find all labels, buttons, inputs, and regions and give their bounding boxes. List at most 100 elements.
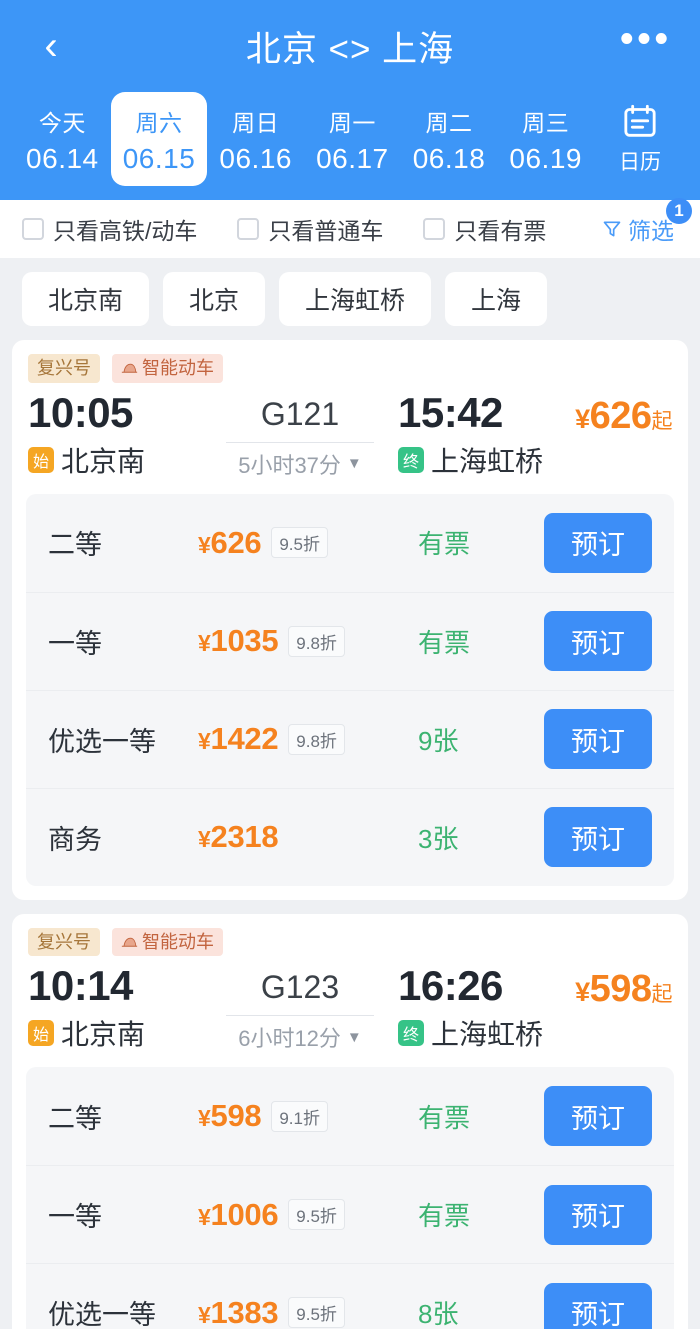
station-chip-2[interactable]: 上海虹桥: [279, 272, 432, 326]
checkbox-box[interactable]: [423, 218, 446, 240]
seat-price-block: ¥626 9.5折: [198, 525, 418, 561]
train-number: G123: [260, 969, 340, 1006]
seat-price: ¥1035: [198, 623, 279, 659]
filter-button[interactable]: 筛选 1: [602, 198, 692, 246]
from-price-value: 598: [589, 968, 652, 1011]
seat-price-block: ¥1035 9.8折: [198, 623, 418, 659]
seat-class-name: 一等: [48, 1202, 102, 1233]
checkbox-has-tickets[interactable]: 只看有票: [423, 212, 546, 246]
currency-symbol: ¥: [198, 826, 211, 853]
departure-station: 始 北京南: [28, 1013, 216, 1053]
seat-price-value: 1383: [210, 1294, 279, 1329]
calendar-button[interactable]: 日历: [594, 92, 686, 186]
page-title: 北京 <> 上海: [245, 29, 455, 69]
departure-block: 10:14 始 北京南: [28, 962, 216, 1053]
departure-station-name: 北京南: [61, 445, 146, 477]
currency-symbol: ¥: [198, 1203, 211, 1230]
train-middle-block[interactable]: G123 6小时12分 ▼: [216, 962, 384, 1053]
train-middle-block[interactable]: G121 5小时37分 ▼: [216, 389, 384, 480]
seat-row: 二等 ¥626 9.5折 有票 预订: [26, 494, 674, 592]
seat-price: ¥2318: [198, 819, 279, 855]
book-button[interactable]: 预订: [544, 1086, 652, 1147]
date-tab-3[interactable]: 周一 06.17: [304, 92, 401, 186]
book-button[interactable]: 预订: [544, 1184, 652, 1245]
origin-badge-icon: 始: [28, 1020, 54, 1047]
discount-tag: 9.5折: [288, 1199, 345, 1231]
from-price-block: ¥626起: [572, 389, 672, 438]
from-price-value: 626: [589, 394, 652, 437]
train-summary: 10:14 始 北京南 G123 6小时12分 ▼ 16:26 终 上海虹桥 ¥…: [12, 962, 688, 1061]
date-tab-4[interactable]: 周二 06.18: [401, 92, 498, 186]
terminus-badge-icon: 终: [398, 446, 424, 473]
discount-tag: 9.5折: [288, 1297, 345, 1329]
seat-price: ¥1006: [198, 1197, 279, 1233]
chevron-down-icon[interactable]: ▼: [347, 1029, 362, 1046]
book-button[interactable]: 预订: [544, 709, 652, 770]
train-tags: 复兴号 智能动车: [12, 350, 688, 389]
station-chip-3[interactable]: 上海: [445, 272, 548, 326]
seat-price-block: ¥1006 9.5折: [198, 1197, 418, 1233]
checkbox-label: 只看高铁/动车: [53, 218, 198, 244]
from-price: ¥598起: [575, 968, 672, 1011]
train-card[interactable]: 复兴号 智能动车 10:14 始 北京南 G123 6小时12分 ▼ 16:26…: [12, 913, 688, 1329]
date-value: 06.15: [122, 142, 196, 174]
train-card[interactable]: 复兴号 智能动车 10:05 始 北京南 G121 5小时37分 ▼ 15:42…: [12, 340, 688, 900]
from-price-suffix: 起: [651, 983, 673, 1007]
seat-row: 商务 ¥2318 3张 预订: [26, 787, 674, 886]
seat-class-name: 二等: [48, 1103, 102, 1134]
checkbox-box[interactable]: [237, 218, 260, 240]
seat-class-name: 优选一等: [48, 726, 156, 757]
chevron-down-icon[interactable]: ▼: [347, 455, 362, 472]
date-selector: 今天 06.14 周六 06.15 周日 06.16 周一 06.17 周二 0…: [0, 92, 700, 200]
station-chip-row: 北京南 北京 上海虹桥 上海: [0, 258, 700, 340]
seat-class-panel: 二等 ¥598 9.1折 有票 预订 一等 ¥1006 9.5折 有票 预订 优…: [26, 1067, 674, 1329]
discount-tag: 9.5折: [271, 527, 328, 559]
date-weekday: 周日: [232, 109, 280, 136]
book-button[interactable]: 预订: [544, 1282, 652, 1329]
tag-label: 复兴号: [37, 358, 91, 378]
date-tab-0[interactable]: 今天 06.14: [14, 92, 111, 186]
discount-tag: 9.1折: [271, 1100, 328, 1132]
calendar-label: 日历: [619, 151, 662, 174]
departure-station-name: 北京南: [61, 1019, 146, 1051]
duration-toggle[interactable]: 5小时37分 ▼: [238, 448, 362, 480]
duration-toggle[interactable]: 6小时12分 ▼: [238, 1021, 362, 1053]
departure-block: 10:05 始 北京南: [28, 389, 216, 480]
currency-symbol: ¥: [198, 728, 211, 755]
train-icon: [121, 363, 138, 373]
seat-class-name: 二等: [48, 530, 102, 561]
book-button[interactable]: 预订: [544, 611, 652, 672]
duration-text: 5小时37分: [238, 452, 341, 478]
currency-symbol: ¥: [198, 630, 211, 657]
date-weekday: 周三: [522, 109, 570, 136]
app-header: ‹ 北京 <> 上海 ••• 今天 06.14 周六 06.15 周日 06.1…: [0, 0, 700, 200]
seat-price-block: ¥1422 9.8折: [198, 721, 418, 757]
seat-price-block: ¥2318: [198, 819, 418, 855]
seat-price-block: ¥1383 9.5折: [198, 1295, 418, 1329]
checkbox-box[interactable]: [22, 218, 44, 240]
arrival-station-name: 上海虹桥: [431, 1019, 544, 1051]
checkbox-highspeed[interactable]: 只看高铁/动车: [22, 212, 197, 246]
train-search-screen: ‹ 北京 <> 上海 ••• 今天 06.14 周六 06.15 周日 06.1…: [0, 0, 700, 1329]
seat-class-panel: 二等 ¥626 9.5折 有票 预订 一等 ¥1035 9.8折 有票 预订 优…: [26, 493, 674, 886]
chevron-left-icon[interactable]: ‹: [28, 23, 74, 69]
checkbox-normal-train[interactable]: 只看普通车: [237, 212, 383, 246]
from-price-block: ¥598起: [572, 962, 672, 1011]
seat-price-value: 2318: [210, 819, 279, 855]
station-chip-1[interactable]: 北京: [163, 272, 266, 326]
route-line: [226, 441, 374, 443]
departure-time: 10:05: [28, 388, 133, 436]
from-price-suffix: 起: [651, 409, 673, 433]
ellipsis-icon[interactable]: •••: [620, 20, 672, 63]
station-chip-0[interactable]: 北京南: [22, 272, 150, 326]
arrival-time: 15:42: [398, 388, 503, 436]
seat-row: 一等 ¥1035 9.8折 有票 预订: [26, 591, 674, 690]
date-tab-5[interactable]: 周三 06.19: [497, 92, 594, 186]
book-button[interactable]: 预订: [544, 807, 652, 868]
seat-availability: 有票: [418, 1201, 471, 1232]
book-button[interactable]: 预订: [544, 512, 652, 573]
date-tab-1[interactable]: 周六 06.15: [110, 92, 208, 186]
arrival-block: 16:26 终 上海虹桥: [384, 962, 572, 1053]
seat-class-name: 商务: [48, 824, 102, 855]
date-tab-2[interactable]: 周日 06.16: [207, 92, 304, 186]
